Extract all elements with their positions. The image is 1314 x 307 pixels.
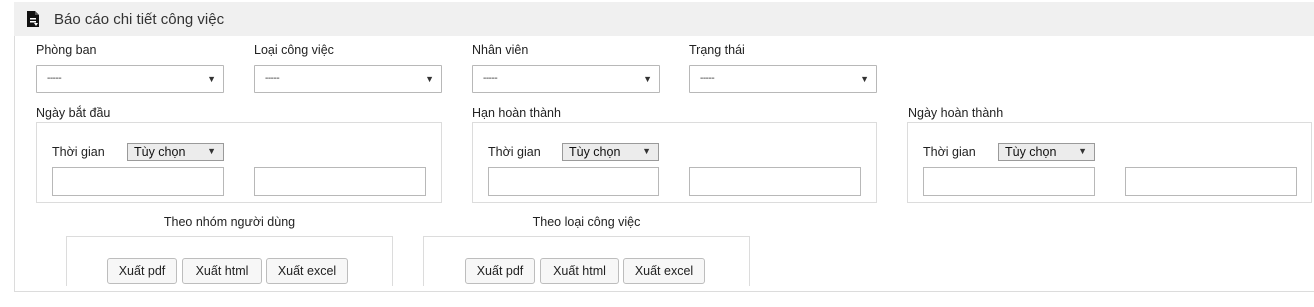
task-type-label: Loại công việc — [254, 43, 334, 57]
export-task-type-excel-button[interactable]: Xuất excel — [623, 258, 705, 284]
task-type-select[interactable]: ----- ▼ — [254, 65, 442, 93]
chevron-down-icon: ▼ — [860, 74, 869, 84]
chevron-down-icon: ▼ — [1078, 146, 1087, 156]
completed-date-legend: Ngày hoàn thành — [908, 106, 1006, 120]
deadline-from-input[interactable] — [488, 167, 659, 196]
chevron-down-icon: ▼ — [425, 74, 434, 84]
export-by-task-type-title: Theo loại công việc — [532, 215, 641, 229]
chevron-down-icon: ▼ — [207, 146, 216, 156]
completed-date-time-label: Thời gian — [923, 145, 976, 159]
start-date-range-value: Tùy chọn — [134, 145, 186, 159]
deadline-time-label: Thời gian — [488, 145, 541, 159]
department-label: Phòng ban — [36, 43, 97, 57]
deadline-legend: Hạn hoàn thành — [472, 106, 563, 120]
report-document-icon — [26, 11, 40, 27]
start-date-range-select[interactable]: Tùy chọn ▼ — [127, 143, 224, 161]
status-select[interactable]: ----- ▼ — [689, 65, 877, 93]
start-date-time-label: Thời gian — [52, 145, 105, 159]
completed-date-from-input[interactable] — [923, 167, 1095, 196]
completed-date-range-select[interactable]: Tùy chọn ▼ — [998, 143, 1095, 161]
start-date-from-input[interactable] — [52, 167, 224, 196]
chevron-down-icon: ▼ — [643, 74, 652, 84]
chevron-down-icon: ▼ — [642, 146, 651, 156]
export-by-user-group-title: Theo nhóm người dùng — [163, 215, 296, 229]
export-user-group-html-button[interactable]: Xuất html — [182, 258, 262, 284]
completed-date-range-value: Tùy chọn — [1005, 145, 1057, 159]
page-header: Báo cáo chi tiết công việc — [14, 2, 1314, 36]
export-user-group-excel-button[interactable]: Xuất excel — [266, 258, 348, 284]
export-task-type-html-button[interactable]: Xuất html — [540, 258, 619, 284]
export-task-type-pdf-button[interactable]: Xuất pdf — [465, 258, 535, 284]
page-title: Báo cáo chi tiết công việc — [54, 10, 225, 28]
chevron-down-icon: ▼ — [207, 74, 216, 84]
task-type-select-value: ----- — [265, 73, 280, 84]
start-date-legend: Ngày bắt đầu — [36, 106, 113, 120]
employee-label: Nhân viên — [472, 43, 529, 57]
export-user-group-pdf-button[interactable]: Xuất pdf — [107, 258, 177, 284]
deadline-range-select[interactable]: Tùy chọn ▼ — [562, 143, 659, 161]
start-date-to-input[interactable] — [254, 167, 426, 196]
employee-select-value: ----- — [483, 73, 498, 84]
department-select-value: ----- — [47, 73, 62, 84]
deadline-to-input[interactable] — [689, 167, 861, 196]
status-select-value: ----- — [700, 73, 715, 84]
completed-date-to-input[interactable] — [1125, 167, 1297, 196]
deadline-range-value: Tùy chọn — [569, 145, 621, 159]
status-label: Trạng thái — [689, 43, 745, 57]
employee-select[interactable]: ----- ▼ — [472, 65, 660, 93]
department-select[interactable]: ----- ▼ — [36, 65, 224, 93]
